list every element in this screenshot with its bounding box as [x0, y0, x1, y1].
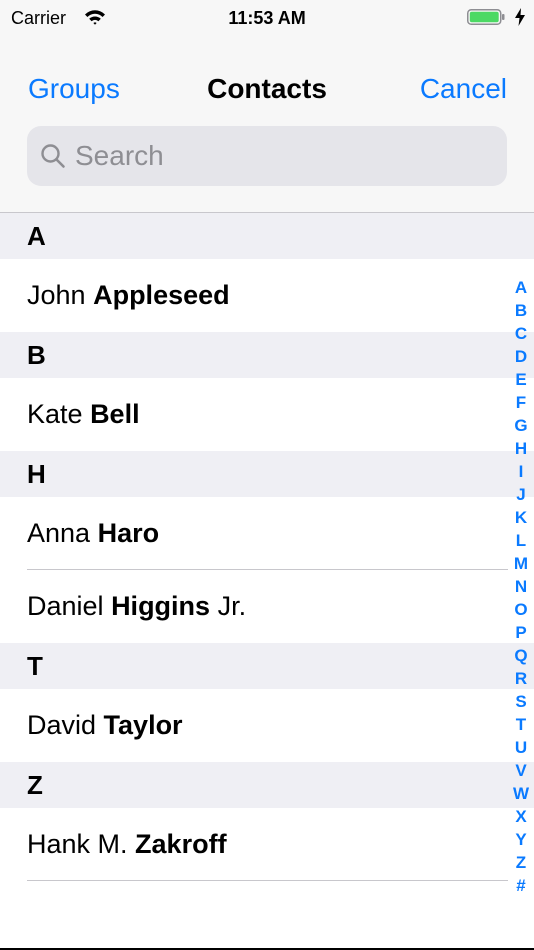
index-letter[interactable]: K	[508, 506, 534, 529]
index-letter[interactable]: S	[508, 690, 534, 713]
contact-suffix: Jr.	[217, 591, 247, 621]
index-letter[interactable]: H	[508, 437, 534, 460]
index-letter[interactable]: L	[508, 529, 534, 552]
contact-last-name: Bell	[90, 399, 140, 429]
contact-row[interactable]: Anna Haro	[0, 497, 534, 570]
contact-last-name: Haro	[97, 518, 160, 548]
index-letter[interactable]: P	[508, 621, 534, 644]
index-letter[interactable]: Y	[508, 828, 534, 851]
index-letter[interactable]: B	[508, 299, 534, 322]
index-letter[interactable]: #	[508, 874, 534, 897]
section-header-t: T	[0, 643, 534, 689]
contact-row[interactable]: Daniel Higgins Jr.	[0, 570, 534, 643]
contact-last-name: Higgins	[111, 591, 211, 621]
index-letter[interactable]: Q	[508, 644, 534, 667]
contacts-list: A John Appleseed B Kate Bell H Anna Haro…	[0, 213, 534, 881]
index-letter[interactable]: C	[508, 322, 534, 345]
section-header-b: B	[0, 332, 534, 378]
index-letter[interactable]: X	[508, 805, 534, 828]
index-letter[interactable]: I	[508, 460, 534, 483]
index-letter[interactable]: R	[508, 667, 534, 690]
battery-level	[469, 11, 499, 23]
index-letter[interactable]: J	[508, 483, 534, 506]
battery-icon	[467, 9, 505, 25]
contact-first-name: Daniel	[27, 591, 104, 621]
index-letter[interactable]: V	[508, 759, 534, 782]
index-letter[interactable]: G	[508, 414, 534, 437]
index-letter[interactable]: E	[508, 368, 534, 391]
charging-bolt-icon	[515, 8, 525, 26]
contact-first-name: Hank M.	[27, 829, 128, 859]
cancel-button[interactable]: Cancel	[420, 72, 507, 106]
contact-last-name: Taylor	[103, 710, 183, 740]
section-index[interactable]: A B C D E F G H I J K L M N O P Q R S T U V W X Y Z #	[508, 276, 534, 897]
status-bar: Carrier 11:53 AM	[0, 0, 534, 38]
index-letter[interactable]: Z	[508, 851, 534, 874]
contact-first-name: Kate	[27, 399, 83, 429]
navigation-area: Carrier 11:53 AM Groups Contacts Cancel	[0, 0, 534, 213]
contact-last-name: Zakroff	[135, 829, 227, 859]
index-letter[interactable]: F	[508, 391, 534, 414]
index-letter[interactable]: M	[508, 552, 534, 575]
contact-first-name: Anna	[27, 518, 91, 548]
status-time: 11:53 AM	[228, 8, 306, 28]
index-letter[interactable]: N	[508, 575, 534, 598]
index-letter[interactable]: A	[508, 276, 534, 299]
index-letter[interactable]: T	[508, 713, 534, 736]
contact-row[interactable]: Hank M. Zakroff	[0, 808, 534, 881]
section-header-a: A	[0, 213, 534, 259]
contact-first-name: John	[27, 280, 86, 310]
search-bar[interactable]	[27, 126, 507, 186]
contact-row[interactable]: Kate Bell	[0, 378, 534, 451]
section-header-z: Z	[0, 762, 534, 808]
section-header-h: H	[0, 451, 534, 497]
index-letter[interactable]: W	[508, 782, 534, 805]
contact-last-name: Appleseed	[93, 280, 230, 310]
index-letter[interactable]: U	[508, 736, 534, 759]
index-letter[interactable]: O	[508, 598, 534, 621]
index-letter[interactable]: D	[508, 345, 534, 368]
search-icon	[41, 144, 65, 168]
contact-row[interactable]: John Appleseed	[0, 259, 534, 332]
search-input[interactable]	[75, 126, 495, 186]
contact-row[interactable]: David Taylor	[0, 689, 534, 762]
contact-first-name: David	[27, 710, 97, 740]
